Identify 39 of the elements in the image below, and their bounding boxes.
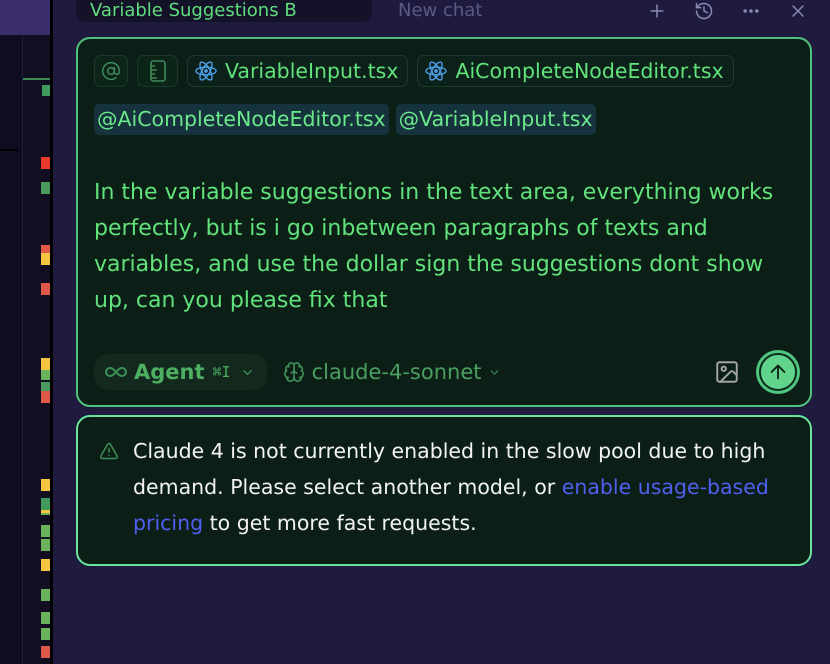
scroll-marker [41,157,50,169]
scroll-marker [41,283,50,295]
image-icon[interactable] [714,359,740,385]
atom-icon [425,60,448,82]
atom-icon [195,60,217,82]
mention-button[interactable] [94,55,128,87]
scroll-marker [23,78,50,80]
scroll-marker [41,391,50,403]
scroll-marker [41,479,50,491]
scroll-marker [41,382,50,391]
scroll-marker [41,628,50,640]
scroll-marker [41,559,50,571]
brain-icon [282,361,305,383]
scroll-marker [41,358,50,370]
scroll-marker [42,85,50,96]
send-button[interactable] [756,350,800,394]
at-sign-icon [101,61,121,81]
scroll-marker [41,612,50,624]
file-chip[interactable]: AiCompleteNodeEditor.tsx [417,55,734,87]
ruler-icon [150,60,166,82]
agent-mode-dropdown[interactable]: Agent ⌘I [94,354,267,390]
chat-tab[interactable]: Variable Suggestions B [76,0,372,22]
warning-icon [99,441,119,461]
scroll-marker [41,539,50,551]
history-icon[interactable] [694,1,714,21]
model-dropdown[interactable]: claude-4-sonnet [282,361,502,383]
scroll-marker [41,525,50,537]
scroll-marker [41,182,50,194]
message-text: In the variable suggestions in the text area, everything works perfectly, but is i go inbetween paragraphs of texts and variables, and use the dollar sign the suggestions dont show up, can you please fix that [94,179,774,315]
file-mention[interactable]: @AiCompleteNodeEditor.tsx [94,104,389,135]
chat-input-box[interactable] [76,37,812,407]
scroll-marker [41,589,50,601]
file-chip[interactable]: VariableInput.tsx [187,55,408,87]
editor-header [0,0,50,35]
warning-message: Claude 4 is not currently enabled in the slow pool due to high demand. Please select another model, or enable usage-based pricing to get more fast requests. [133,438,770,537]
ruler-button[interactable] [137,55,178,87]
file-mention[interactable]: @VariableInput.tsx [396,104,596,135]
scroll-marker [41,646,50,658]
scroll-marker [41,370,50,380]
